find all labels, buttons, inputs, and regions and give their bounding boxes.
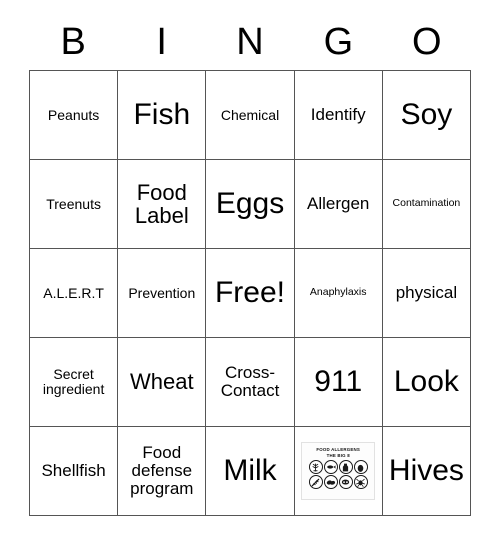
header-letter-g: G: [323, 21, 354, 63]
bingo-cell[interactable]: Chemical: [206, 71, 295, 160]
bingo-cell-free[interactable]: Free!: [206, 249, 295, 338]
bingo-cell[interactable]: Secret ingredient: [30, 338, 119, 427]
allergen-title-line2: THE BIG 8: [326, 452, 350, 458]
bingo-cell[interactable]: Hives: [382, 427, 472, 516]
wheat-icon: [308, 475, 323, 489]
bingo-cell-label: Wheat: [130, 369, 194, 395]
bingo-row: Peanuts Fish Chemical Identify Soy: [30, 71, 472, 160]
bingo-cell[interactable]: physical: [382, 249, 472, 338]
shellfish-icon: [353, 475, 368, 489]
bingo-cell-label: Secret ingredient: [42, 366, 105, 397]
header-letter-o: O: [412, 21, 442, 63]
bingo-cell-image[interactable]: FOOD ALLERGENS THE BIG 8: [294, 427, 383, 516]
egg-icon: [353, 460, 368, 474]
bingo-cell-label: Look: [393, 365, 459, 399]
bingo-cell[interactable]: Soy: [382, 71, 472, 160]
bingo-cell-label: Food defense program: [130, 442, 194, 498]
bingo-cell[interactable]: 911: [294, 338, 383, 427]
bingo-cell[interactable]: Fish: [118, 71, 207, 160]
bingo-cell-label: Peanuts: [47, 106, 100, 123]
bingo-cell[interactable]: Allergen: [294, 160, 383, 249]
bingo-cell-label: Hives: [388, 454, 464, 488]
bingo-cell[interactable]: Treenuts: [30, 160, 119, 249]
bingo-cell-label: Cross-Contact: [220, 362, 280, 400]
bingo-cell[interactable]: Milk: [206, 427, 295, 516]
bingo-cell[interactable]: A.L.E.R.T: [30, 249, 119, 338]
bingo-row: A.L.E.R.T Prevention Free! Anaphylaxis p…: [30, 249, 472, 338]
bingo-cell-label: Shellfish: [41, 460, 106, 480]
bingo-cell-label: Free!: [214, 276, 286, 310]
bingo-cell-label: Identify: [310, 104, 366, 124]
bingo-cell-label: Chemical: [220, 106, 280, 123]
bingo-row: Treenuts Food Label Eggs Allergen Contam…: [30, 160, 472, 249]
bingo-cell[interactable]: Food Label: [118, 160, 207, 249]
milk-icon: [338, 460, 353, 474]
bingo-cell-label: Anaphylaxis: [309, 286, 367, 299]
bingo-cell-label: Food Label: [134, 179, 189, 228]
allergen-icon-grid: [308, 460, 368, 489]
header-letter-i: I: [156, 21, 167, 63]
bingo-cell[interactable]: Identify: [294, 71, 383, 160]
bingo-cell[interactable]: Eggs: [206, 160, 295, 249]
soy-icon: [338, 475, 353, 489]
bingo-cell-label: Milk: [223, 454, 277, 488]
bingo-cell-label: Fish: [133, 98, 191, 132]
bingo-cell-label: Eggs: [215, 187, 285, 221]
bingo-cell-label: Treenuts: [46, 195, 101, 212]
bingo-cell[interactable]: Look: [382, 338, 472, 427]
bingo-grid: Peanuts Fish Chemical Identify Soy Treen…: [29, 70, 472, 516]
bingo-cell-label: Prevention: [128, 284, 196, 301]
fish-icon: [323, 460, 338, 474]
food-allergens-big-8-image: FOOD ALLERGENS THE BIG 8: [301, 442, 376, 500]
bingo-cell-label: 911: [314, 365, 363, 399]
bingo-header: B I N G O: [29, 14, 471, 70]
bingo-cell[interactable]: Wheat: [118, 338, 207, 427]
bingo-cell[interactable]: Contamination: [382, 160, 472, 249]
header-letter-b: B: [60, 21, 86, 63]
bingo-cell-label: physical: [395, 282, 458, 302]
bingo-cell-label: Allergen: [307, 193, 370, 213]
bingo-row: Shellfish Food defense program Milk FOOD…: [30, 427, 472, 516]
bingo-cell[interactable]: Peanuts: [30, 71, 119, 160]
bingo-cell[interactable]: Food defense program: [118, 427, 207, 516]
bingo-cell[interactable]: Anaphylaxis: [294, 249, 383, 338]
bingo-cell[interactable]: Shellfish: [30, 427, 119, 516]
bingo-row: Secret ingredient Wheat Cross-Contact 91…: [30, 338, 472, 427]
bingo-cell-label: A.L.E.R.T: [43, 284, 104, 301]
tree-nut-icon: [323, 475, 338, 489]
bingo-card: B I N G O Peanuts Fish Chemical Identify…: [29, 14, 472, 516]
bingo-cell-label: Soy: [400, 98, 453, 132]
allergen-image-title: FOOD ALLERGENS THE BIG 8: [316, 447, 360, 458]
bingo-cell[interactable]: Prevention: [118, 249, 207, 338]
bingo-cell[interactable]: Cross-Contact: [206, 338, 295, 427]
header-letter-n: N: [236, 21, 264, 63]
allergen-title-line1: FOOD ALLERGENS: [316, 447, 361, 452]
bingo-cell-label: Contamination: [392, 197, 461, 210]
peanut-icon: [308, 460, 323, 474]
